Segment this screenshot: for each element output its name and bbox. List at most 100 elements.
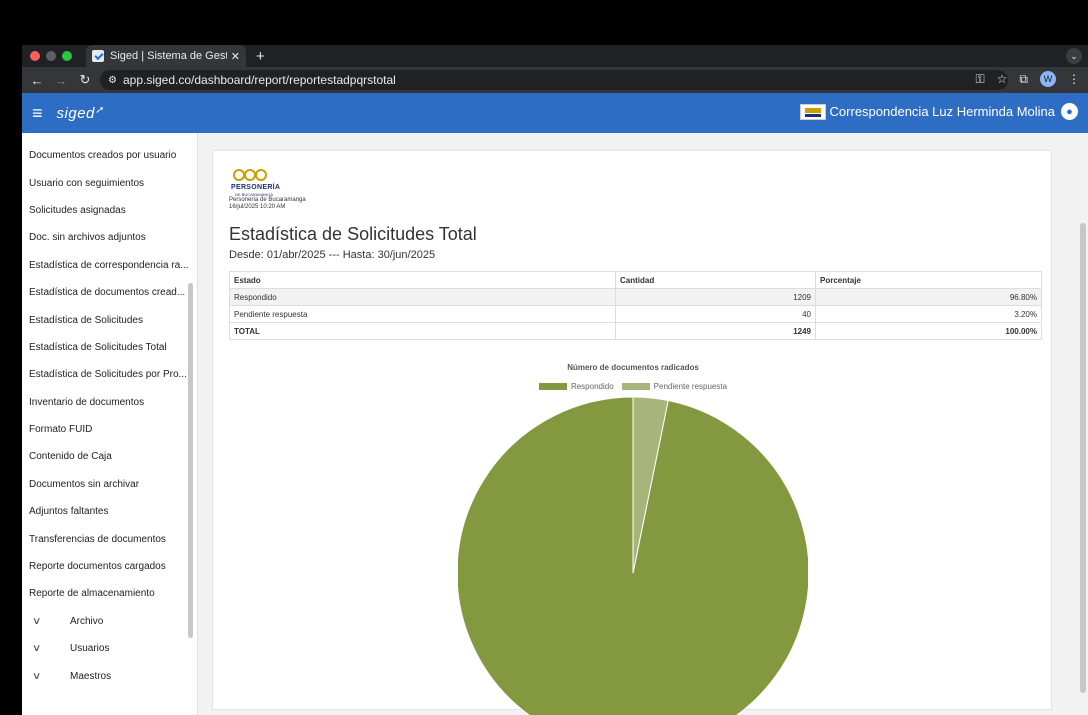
account-circle-icon[interactable]: ● [1061, 103, 1078, 120]
logo-word: PERSONERÍA [231, 184, 281, 191]
cell-total-porcentaje: 100.00% [815, 322, 1042, 340]
siged-favicon-icon [92, 50, 104, 62]
report-org: Personería de Bucaramanga 16/jul/2025 10… [229, 197, 306, 211]
table-total-row: TOTAL 1249 100.00% [229, 322, 1042, 340]
table-row: Respondido 1209 96.80% [229, 288, 1042, 306]
close-window-button[interactable] [30, 51, 40, 61]
legend-label: Respondido [570, 382, 614, 391]
sidebar-item[interactable]: Doc. sin archivos adjuntos [22, 224, 197, 251]
sidebar-group[interactable]: ∨ Maestros [22, 662, 197, 689]
tab-title: Siged | Sistema de Gestión D [110, 50, 227, 62]
siged-logo[interactable]: siged➚ [57, 105, 104, 122]
sidebar-item[interactable]: Transferencias de documentos [22, 525, 197, 552]
main-content: PERSONERÍA DE BUCARAMANGA Personería de … [198, 133, 1088, 715]
generated-date: 16/jul/2025 10:20 AM [229, 204, 286, 210]
tab-search-icon[interactable]: ⌄ [1066, 48, 1082, 64]
chart-title: Número de documentos radicados [567, 363, 699, 372]
profile-avatar[interactable]: W [1040, 71, 1056, 87]
forward-icon[interactable]: → [52, 73, 70, 88]
zoom-window-button[interactable] [62, 51, 72, 61]
sidebar-item[interactable]: Estadística de documentos cread... [22, 279, 197, 306]
page-scrollbar[interactable] [1080, 223, 1086, 693]
pie-chart [458, 397, 808, 715]
cell-estado: Respondido [229, 288, 616, 306]
close-tab-icon[interactable]: ✕ [231, 50, 240, 63]
browser-toolbar: ← → ↻ ⚙ app.siged.co/dashboard/report/re… [22, 67, 1088, 93]
sidebar-item[interactable]: Contenido de Caja [22, 443, 197, 470]
sidebar-group-label: Maestros [70, 670, 112, 682]
sidebar-item[interactable]: Estadística de Solicitudes por Pro... [22, 361, 197, 388]
user-name: Correspondencia Luz Herminda Molina [829, 104, 1055, 119]
sidebar-item[interactable]: Documentos creados por usuario [22, 142, 197, 169]
chevron-down-icon: ∨ [31, 670, 42, 682]
browser-menu-icon[interactable]: ⋮ [1068, 72, 1080, 86]
legend-swatch [621, 383, 650, 390]
cell-total-cantidad: 1249 [615, 322, 816, 340]
sidebar-item[interactable]: Estadística de Solicitudes [22, 306, 197, 333]
header-estado: Estado [229, 271, 616, 289]
minimize-window-button[interactable] [46, 51, 56, 61]
legend-label: Pendiente respuesta [653, 382, 728, 391]
sidebar-item[interactable]: Estadística de Solicitudes Total [22, 334, 197, 361]
report-date-range: Desde: 01/abr/2025 --- Hasta: 30/jun/202… [229, 249, 436, 261]
sidebar-scrollbar[interactable] [188, 283, 193, 638]
org-name: Personería de Bucaramanga [229, 197, 306, 203]
legend-swatch [538, 383, 567, 390]
sidebar-group-label: Archivo [70, 615, 104, 627]
cell-cantidad: 40 [615, 305, 816, 323]
address-bar[interactable]: ⚙ app.siged.co/dashboard/report/reportes… [100, 70, 1008, 90]
sidebar-item[interactable]: Solicitudes asignadas [22, 197, 197, 224]
chevron-down-icon: ∨ [31, 643, 42, 655]
sidebar: Documentos creados por usuario Usuario co… [22, 133, 198, 715]
report-card: PERSONERÍA DE BUCARAMANGA Personería de … [212, 150, 1053, 715]
logo-swoosh-icon: ➚ [94, 104, 104, 116]
logo-text: siged [56, 104, 95, 122]
extensions-icon[interactable]: ⧉ [1019, 72, 1028, 87]
personeria-logo-icon [799, 103, 826, 120]
legend-item[interactable]: Respondido [538, 382, 614, 391]
table-row: Pendiente respuesta 40 3.20% [229, 305, 1042, 323]
password-key-icon[interactable]: ⚿ [976, 72, 985, 87]
browser-window: Siged | Sistema de Gestión D ✕ + ⌄ ← → ↻… [22, 45, 1088, 715]
toolbar-actions: ⚿ ☆ ⧉ W ⋮ [976, 71, 1080, 87]
back-icon[interactable]: ← [28, 73, 46, 88]
legend-item[interactable]: Pendiente respuesta [621, 382, 728, 391]
tab-strip: Siged | Sistema de Gestión D ✕ + ⌄ [22, 45, 1088, 67]
cell-total-label: TOTAL [229, 322, 616, 340]
cell-cantidad: 1209 [615, 288, 816, 306]
sidebar-group[interactable]: ∨ Archivo [22, 608, 197, 635]
url-text[interactable]: app.siged.co/dashboard/report/reportesta… [123, 73, 396, 87]
cell-porcentaje: 3.20% [815, 305, 1042, 323]
sidebar-group-label: Usuarios [70, 643, 110, 655]
sidebar-menu: Documentos creados por usuario Usuario co… [22, 133, 197, 690]
chart-legend: Respondido Pendiente respuesta [213, 382, 1053, 391]
logo-ring-icon [255, 169, 267, 181]
window-controls [30, 51, 72, 61]
sidebar-item[interactable]: Reporte de almacenamiento [22, 580, 197, 607]
sidebar-item[interactable]: Reporte documentos cargados [22, 553, 197, 580]
header-cantidad: Cantidad [615, 271, 816, 289]
sidebar-item[interactable]: Estadística de correspondencia ra... [22, 252, 197, 279]
sidebar-item[interactable]: Adjuntos faltantes [22, 498, 197, 525]
sidebar-item[interactable]: Inventario de documentos [22, 389, 197, 416]
user-menu[interactable]: Correspondencia Luz Herminda Molina ● [799, 103, 1078, 120]
bookmark-star-icon[interactable]: ☆ [997, 72, 1008, 86]
report-title: Estadística de Solicitudes Total [229, 224, 477, 244]
personeria-report-logo: PERSONERÍA DE BUCARAMANGA [229, 167, 283, 197]
menu-icon[interactable]: ≡ [32, 103, 43, 124]
new-tab-icon[interactable]: + [256, 48, 265, 65]
sidebar-group[interactable]: ∨ Usuarios [22, 635, 197, 662]
chevron-down-icon: ∨ [31, 615, 42, 627]
sidebar-item[interactable]: Formato FUID [22, 416, 197, 443]
stats-table: Estado Cantidad Porcentaje Respondido 12… [229, 271, 1042, 340]
cell-porcentaje: 96.80% [815, 288, 1042, 306]
cell-estado: Pendiente respuesta [229, 305, 616, 323]
reload-icon[interactable]: ↻ [76, 72, 94, 88]
sidebar-item[interactable]: Documentos sin archivar [22, 471, 197, 498]
browser-tab[interactable]: Siged | Sistema de Gestión D ✕ [86, 45, 246, 67]
header-porcentaje: Porcentaje [815, 271, 1042, 289]
table-header-row: Estado Cantidad Porcentaje [229, 271, 1042, 289]
sidebar-item[interactable]: Usuario con seguimientos [22, 169, 197, 196]
site-settings-icon[interactable]: ⚙ [108, 75, 117, 86]
app-header: ≡ siged➚ Correspondencia Luz Herminda Mo… [22, 93, 1088, 133]
